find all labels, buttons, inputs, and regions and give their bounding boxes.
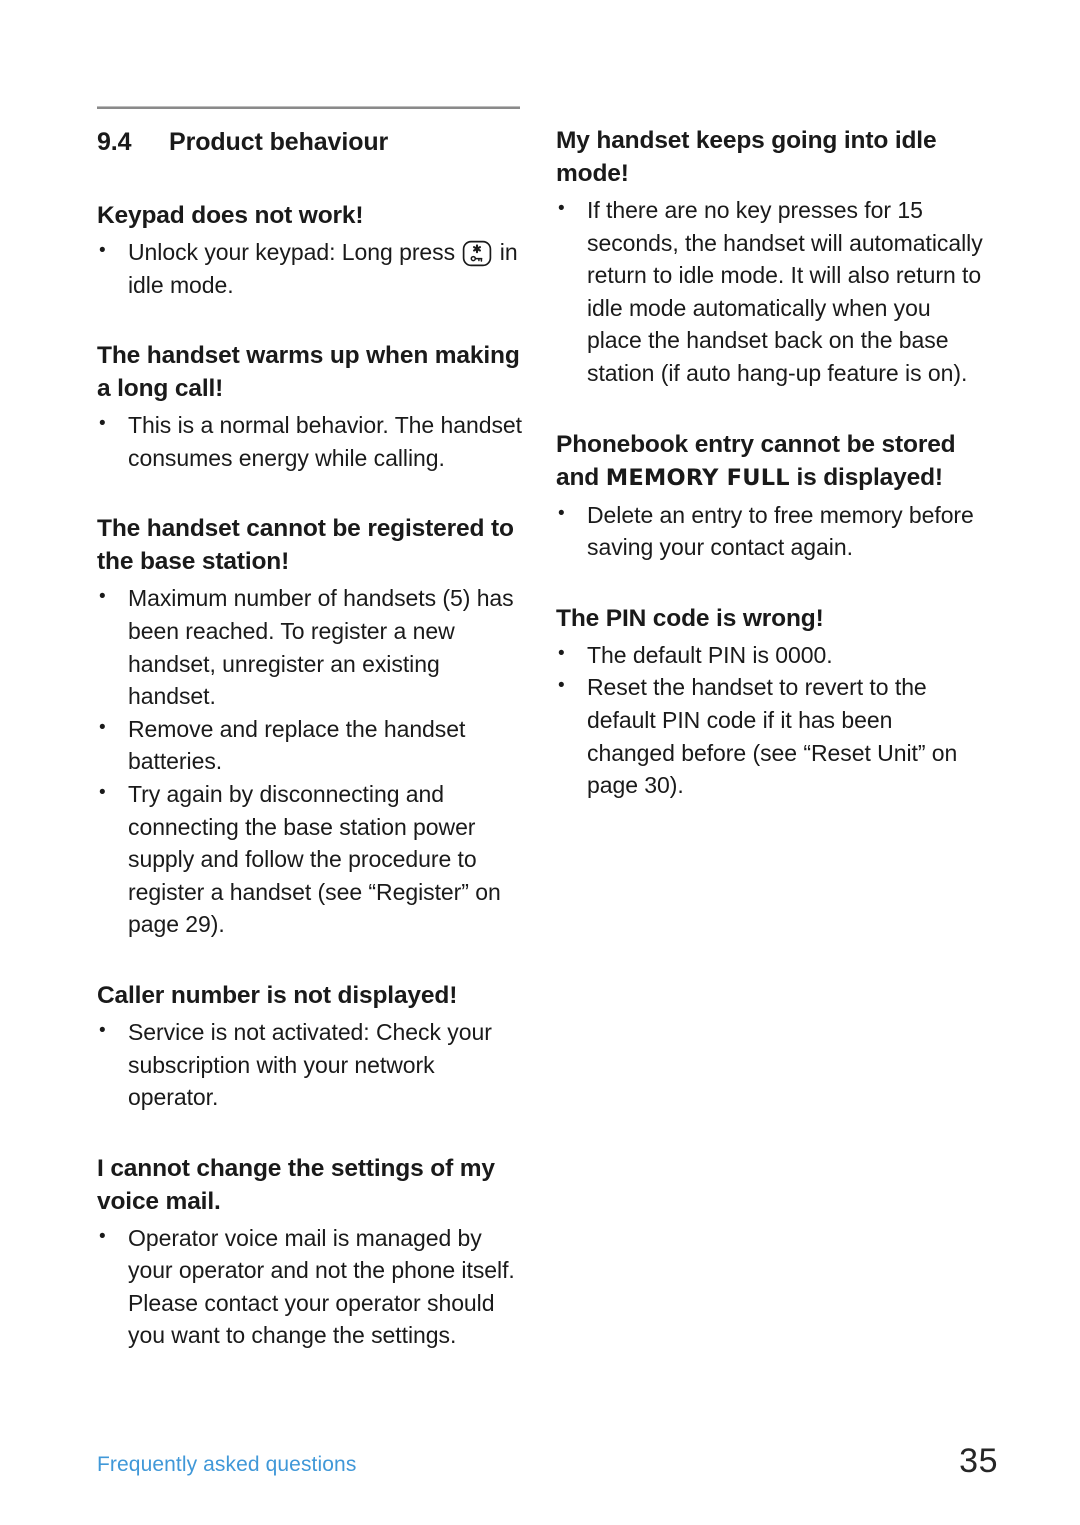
list-item: Remove and replace the handset batteries…	[97, 712, 527, 778]
faq-heading-after: is displayed!	[789, 463, 943, 491]
faq-heading: My handset keeps going into idle mode!	[556, 127, 937, 187]
section-heading: 9.4 Product behaviour	[97, 128, 527, 157]
faq-heading: I cannot change the settings of my voice…	[97, 1154, 495, 1215]
display-text-memory-full: MEMORY FULL	[605, 464, 790, 491]
list-item: If there are no key presses for 15 secon…	[556, 193, 986, 390]
faq-heading: The handset warms up when making a long …	[97, 342, 520, 403]
list-item: This is a normal behavior. The handset c…	[97, 408, 527, 474]
faq-answer-list: Unlock your keypad: Long press in idle m…	[97, 235, 527, 301]
star-key-lock-icon	[462, 240, 492, 267]
faq-heading: Caller number is not displayed!	[97, 981, 458, 1009]
section-title: Product behaviour	[169, 128, 389, 156]
page-number: 35	[959, 1442, 998, 1480]
list-item: Service is not activated: Check your sub…	[97, 1015, 527, 1114]
faq-heading: Phonebook entry cannot be stored and MEM…	[556, 428, 986, 495]
faq-heading: The PIN code is wrong!	[556, 604, 824, 632]
faq-answer-list: Operator voice mail is managed by your o…	[97, 1221, 527, 1352]
faq-answer-list: This is a normal behavior. The handset c…	[97, 408, 527, 474]
list-item: Operator voice mail is managed by your o…	[97, 1221, 527, 1352]
faq-answer-list: Maximum number of handsets (5) has been …	[97, 581, 527, 941]
answer-text-before: Unlock your keypad: Long press	[128, 239, 462, 265]
faq-heading: Keypad does not work!	[97, 202, 364, 229]
list-item: The default PIN is 0000.	[556, 638, 986, 672]
list-item: Unlock your keypad: Long press in idle m…	[97, 235, 527, 301]
faq-answer-list: If there are no key presses for 15 secon…	[556, 193, 986, 390]
section-number: 9.4	[97, 128, 132, 156]
faq-answer-list: The default PIN is 0000. Reset the hands…	[556, 638, 986, 802]
right-column: My handset keeps going into idle mode! I…	[556, 124, 986, 802]
list-item: Delete an entry to free memory before sa…	[556, 498, 986, 564]
footer-chapter-label: Frequently asked questions	[97, 1453, 357, 1476]
left-column: 9.4 Product behaviour Keypad does not wo…	[97, 104, 527, 1352]
list-item: Maximum number of handsets (5) has been …	[97, 581, 527, 712]
faq-heading: The handset cannot be registered to the …	[97, 515, 514, 576]
faq-answer-list: Delete an entry to free memory before sa…	[556, 498, 986, 564]
list-item: Reset the handset to revert to the defau…	[556, 670, 986, 801]
faq-answer-list: Service is not activated: Check your sub…	[97, 1015, 527, 1114]
list-item: Try again by disconnecting and connectin…	[97, 777, 527, 941]
manual-page: 9.4 Product behaviour Keypad does not wo…	[0, 0, 1080, 1525]
